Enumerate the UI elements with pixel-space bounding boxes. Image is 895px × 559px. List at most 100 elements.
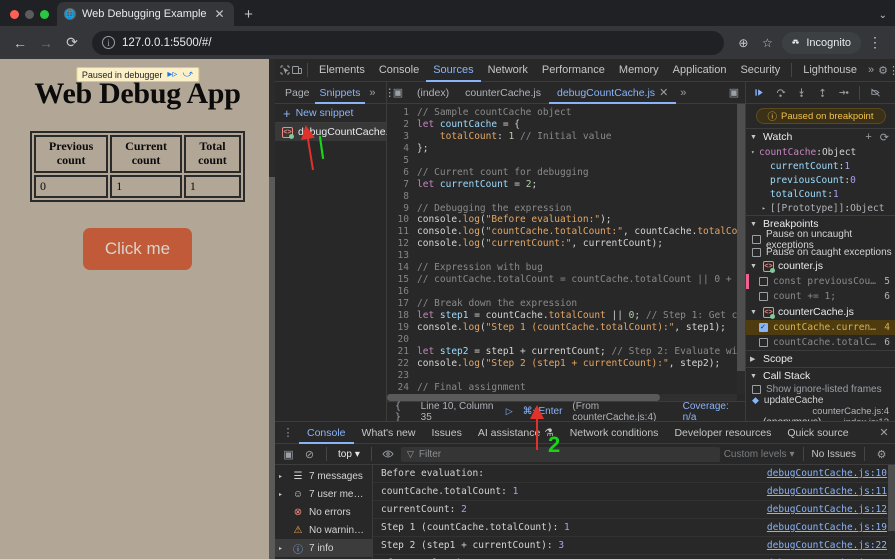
checkbox[interactable]: [759, 338, 768, 347]
tab-lighthouse[interactable]: Lighthouse: [796, 59, 864, 82]
more-tabs-icon[interactable]: »: [864, 64, 878, 76]
zoom-icon[interactable]: ⊕: [732, 32, 754, 54]
line-number[interactable]: 10: [387, 214, 417, 226]
breakpoint-item[interactable]: const previousCoun… 5: [746, 274, 895, 289]
console-sidebar-item[interactable]: ▸ ☰ 7 messages: [275, 467, 372, 485]
console-sidebar-toggle-icon[interactable]: ▣: [280, 446, 297, 463]
line-number[interactable]: 9: [387, 203, 417, 215]
drawer-kebab-icon[interactable]: ⋮: [277, 422, 299, 443]
watch-entry[interactable]: currentCount: 1: [746, 159, 895, 173]
tab-memory[interactable]: Memory: [612, 59, 666, 82]
close-drawer-icon[interactable]: ✕: [873, 422, 895, 443]
step-into-button[interactable]: [792, 83, 811, 102]
breakpoint-item[interactable]: countCache.current… 4: [746, 320, 895, 335]
click-me-button[interactable]: Click me: [82, 227, 193, 270]
pretty-print-icon[interactable]: { }: [395, 401, 411, 423]
console-levels-selector[interactable]: Custom levels ▾: [724, 449, 795, 460]
line-number[interactable]: 5: [387, 155, 417, 167]
site-info-icon[interactable]: i: [102, 36, 115, 49]
line-number[interactable]: 13: [387, 250, 417, 262]
coverage-label[interactable]: Coverage: n/a: [683, 401, 737, 423]
console-log-source-link[interactable]: debugCountCache.js:10: [767, 468, 887, 479]
address-bar[interactable]: i 127.0.0.1:5500/#/: [92, 30, 725, 55]
drawer-tab-developer-resources[interactable]: Developer resources: [666, 422, 779, 444]
scope-section-header[interactable]: ▶ Scope: [746, 350, 895, 367]
watch-entry[interactable]: ▾ countCache: Object: [746, 145, 895, 159]
checkbox[interactable]: [752, 385, 761, 394]
console-sidebar-item[interactable]: ⊗ No errors: [275, 503, 372, 521]
forward-button[interactable]: →: [34, 31, 58, 55]
pause-uncaught-exceptions-row[interactable]: Pause on uncaught exceptions: [746, 229, 895, 251]
tab-application[interactable]: Application: [666, 59, 734, 82]
console-sidebar-item[interactable]: ▸ ⓘ 7 info: [275, 539, 372, 557]
minimize-window-button[interactable]: [25, 10, 34, 19]
live-expression-eye-icon[interactable]: [380, 446, 397, 463]
bookmark-star-icon[interactable]: ☆: [756, 32, 778, 54]
drawer-tab-network-conditions[interactable]: Network conditions: [562, 422, 667, 444]
navigator-tab-snippets[interactable]: Snippets: [315, 82, 366, 104]
checkbox[interactable]: [759, 292, 768, 301]
gear-icon[interactable]: ⚙: [878, 60, 888, 81]
line-number[interactable]: 24: [387, 382, 417, 394]
device-toolbar-icon[interactable]: [291, 60, 303, 81]
watch-entry[interactable]: previousCount: 0: [746, 173, 895, 187]
close-window-button[interactable]: [10, 10, 19, 19]
code-vertical-scrollbar[interactable]: [737, 104, 745, 394]
line-number[interactable]: 6: [387, 167, 417, 179]
devtools-kebab-icon[interactable]: ⋮: [888, 60, 895, 81]
editor-sidebar-toggle-icon[interactable]: ▣: [723, 82, 745, 103]
console-log-source-link[interactable]: debugCountCache.js:19: [767, 522, 887, 533]
line-number[interactable]: 19: [387, 322, 417, 334]
breakpoint-item[interactable]: countCache.totalCo… 6: [746, 335, 895, 350]
navigator-kebab-icon[interactable]: ⋮: [380, 82, 401, 104]
checkbox[interactable]: [759, 277, 768, 286]
checkbox[interactable]: [752, 248, 761, 257]
line-number[interactable]: 14: [387, 262, 417, 274]
checkbox[interactable]: [752, 235, 761, 244]
drawer-tab-quick-source[interactable]: Quick source: [779, 422, 856, 444]
console-filter-input[interactable]: ▽ Filter: [400, 446, 720, 462]
tab-console[interactable]: Console: [372, 59, 426, 82]
incognito-indicator[interactable]: Incognito: [782, 31, 861, 54]
console-log-source-link[interactable]: debugCountCache.js:22: [767, 540, 887, 551]
deactivate-breakpoints-button[interactable]: [866, 83, 885, 102]
no-issues-label[interactable]: No Issues: [812, 449, 856, 460]
tab-performance[interactable]: Performance: [535, 59, 612, 82]
line-number[interactable]: 7: [387, 179, 417, 191]
navigator-file-debugcountcache[interactable]: <> debugCountCache.js: [275, 123, 396, 141]
drawer-tab-ai-assistance[interactable]: AI assistance ⚗: [470, 422, 562, 444]
console-scrollbar[interactable]: [888, 465, 895, 559]
line-number[interactable]: 21: [387, 346, 417, 358]
refresh-watch-icon[interactable]: ⟳: [878, 131, 891, 144]
tab-network[interactable]: Network: [481, 59, 535, 82]
run-snippet-icon[interactable]: ▷: [506, 406, 513, 417]
chevron-down-icon[interactable]: ⌄: [879, 10, 887, 21]
editor-tab-debugcountcache[interactable]: debugCountCache.js ✕: [549, 82, 676, 104]
breakpoint-item[interactable]: count += 1; 6: [746, 289, 895, 304]
line-number[interactable]: 23: [387, 370, 417, 382]
clear-console-icon[interactable]: ⊘: [301, 446, 318, 463]
step-button[interactable]: [834, 83, 853, 102]
editor-tab-index[interactable]: (index): [409, 82, 457, 104]
code-viewport[interactable]: 1// Sample countCache object 2 let countCa…: [387, 104, 745, 401]
code-horizontal-scrollbar[interactable]: [387, 394, 737, 401]
resume-script-icon[interactable]: ▸▹: [167, 69, 177, 80]
console-context-selector[interactable]: top ▾: [335, 449, 363, 460]
line-number[interactable]: 12: [387, 238, 417, 250]
step-over-icon[interactable]: ⤻: [182, 69, 193, 80]
drawer-tab-console[interactable]: Console: [299, 422, 354, 444]
step-out-button[interactable]: [813, 83, 832, 102]
close-icon[interactable]: ✕: [213, 7, 227, 21]
line-number[interactable]: 3: [387, 131, 417, 143]
resume-button[interactable]: [750, 83, 769, 102]
line-number[interactable]: 2: [387, 119, 417, 131]
line-number[interactable]: 20: [387, 334, 417, 346]
add-watch-icon[interactable]: +: [863, 131, 873, 143]
console-sidebar-item[interactable]: ▸ ☺ 7 user me…: [275, 485, 372, 503]
tab-security[interactable]: Security: [733, 59, 787, 82]
line-number[interactable]: 8: [387, 191, 417, 203]
line-number[interactable]: 15: [387, 274, 417, 286]
show-ignore-listed-frames-row[interactable]: Show ignore-listed frames: [746, 384, 895, 395]
new-tab-button[interactable]: +: [238, 3, 260, 25]
line-number[interactable]: 11: [387, 226, 417, 238]
